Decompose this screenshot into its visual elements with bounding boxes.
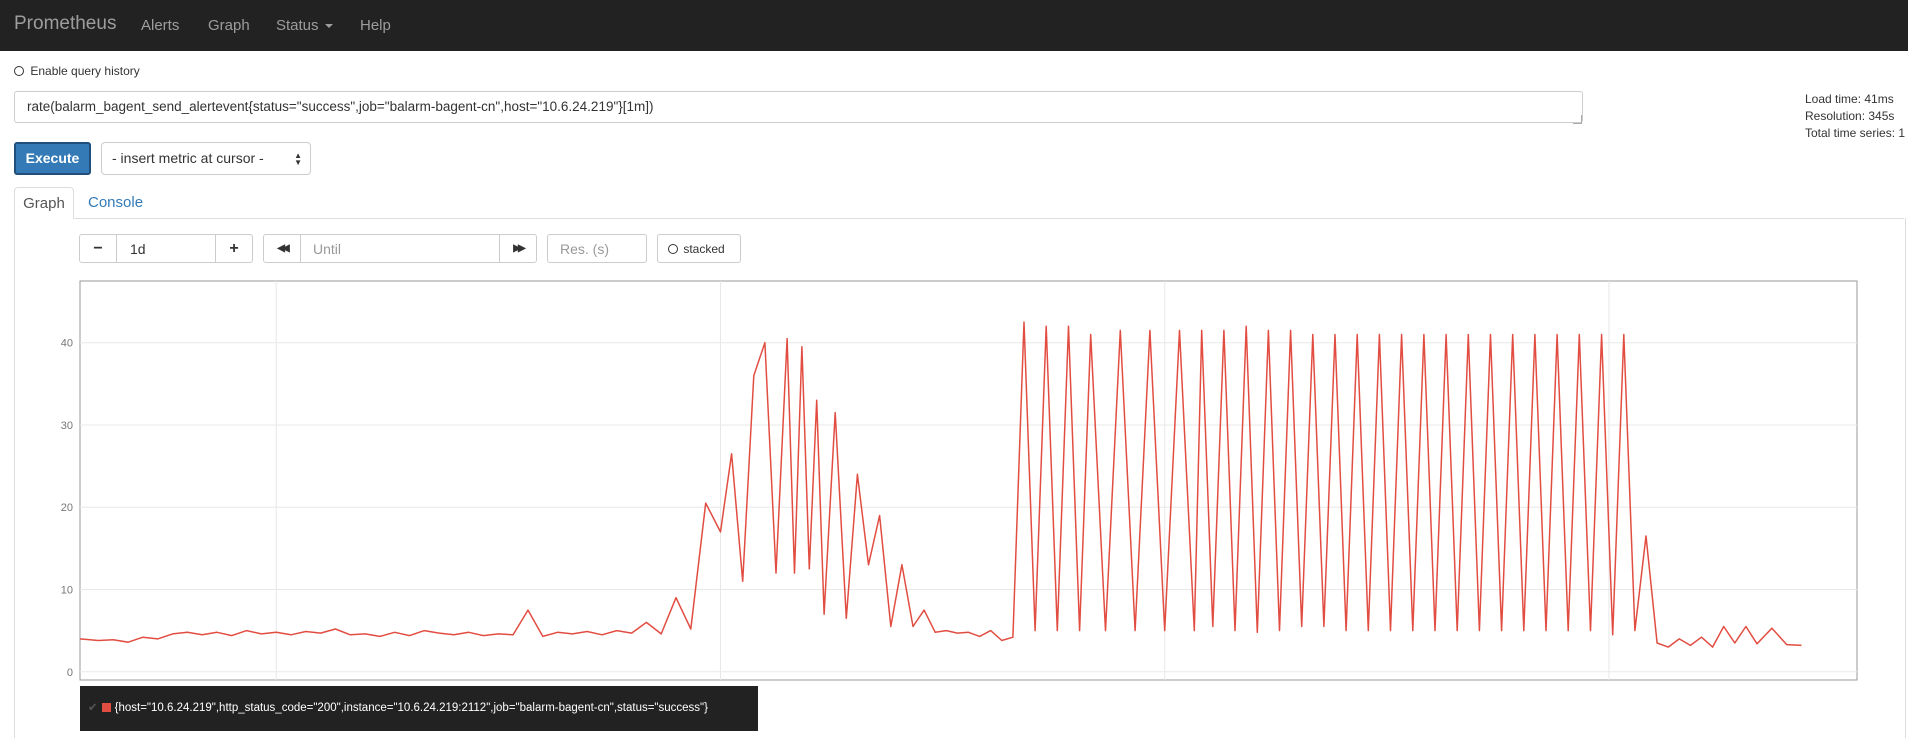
- query-input[interactable]: rate(balarm_bagent_send_alertevent{statu…: [14, 91, 1583, 123]
- until-input[interactable]: Until: [300, 234, 500, 263]
- y-tick-label: 20: [61, 502, 73, 514]
- tab-console[interactable]: Console: [88, 194, 143, 211]
- nav-status-label: Status: [276, 17, 319, 34]
- insert-metric-value: - insert metric at cursor -: [112, 150, 264, 166]
- query-history-label: Enable query history: [30, 63, 140, 78]
- legend: ✔ {host="10.6.24.219",http_status_code="2…: [80, 686, 758, 731]
- check-icon[interactable]: ✔: [88, 702, 98, 714]
- nav-help[interactable]: Help: [360, 17, 391, 34]
- series-line: [79, 321, 1802, 648]
- tab-graph[interactable]: Graph: [14, 187, 74, 219]
- y-tick-label: 10: [61, 585, 73, 597]
- resolution: Resolution: 345s: [1805, 109, 1895, 123]
- y-tick-label: 0: [67, 667, 73, 679]
- insert-metric-select[interactable]: - insert metric at cursor - ▲ ▼: [101, 142, 311, 175]
- legend-series-label[interactable]: {host="10.6.24.219",http_status_code="20…: [115, 702, 708, 714]
- nav-graph[interactable]: Graph: [208, 17, 250, 34]
- stacked-toggle[interactable]: stacked: [657, 234, 741, 263]
- time-forward-button[interactable]: ▶▶: [499, 234, 537, 263]
- nav-status[interactable]: Status: [276, 17, 333, 34]
- brand-logo[interactable]: Prometheus: [14, 13, 116, 35]
- select-arrows-icon: ▲ ▼: [294, 151, 302, 167]
- resolution-input[interactable]: Res. (s): [547, 234, 647, 263]
- range-input[interactable]: 1d: [116, 234, 216, 263]
- plot-area: [79, 321, 1802, 648]
- nav-alerts[interactable]: Alerts: [141, 17, 179, 34]
- stacked-label: stacked: [683, 241, 725, 256]
- navbar: Prometheus Alerts Graph Status Help: [0, 0, 1908, 51]
- resize-handle-icon[interactable]: [1573, 115, 1582, 124]
- total-time-series: Total time series: 1: [1805, 126, 1906, 140]
- range-increase-button[interactable]: +: [215, 234, 253, 263]
- load-time: Load time: 41ms: [1805, 92, 1894, 106]
- graph-chart[interactable]: 01020304006:0012:0018:0000:00: [0, 275, 1908, 685]
- checkbox-icon: [668, 243, 678, 254]
- range-decrease-button[interactable]: −: [79, 234, 117, 263]
- tab-divider: [74, 218, 1904, 219]
- y-tick-label: 40: [61, 338, 73, 350]
- legend-swatch: [101, 703, 111, 713]
- time-back-button[interactable]: ◀◀: [263, 234, 301, 263]
- execute-button[interactable]: Execute: [14, 142, 91, 175]
- query-history-toggle[interactable]: Enable query history: [14, 63, 140, 78]
- y-tick-label: 30: [61, 420, 73, 432]
- caret-down-icon: [324, 24, 333, 29]
- checkbox-icon[interactable]: [14, 65, 24, 76]
